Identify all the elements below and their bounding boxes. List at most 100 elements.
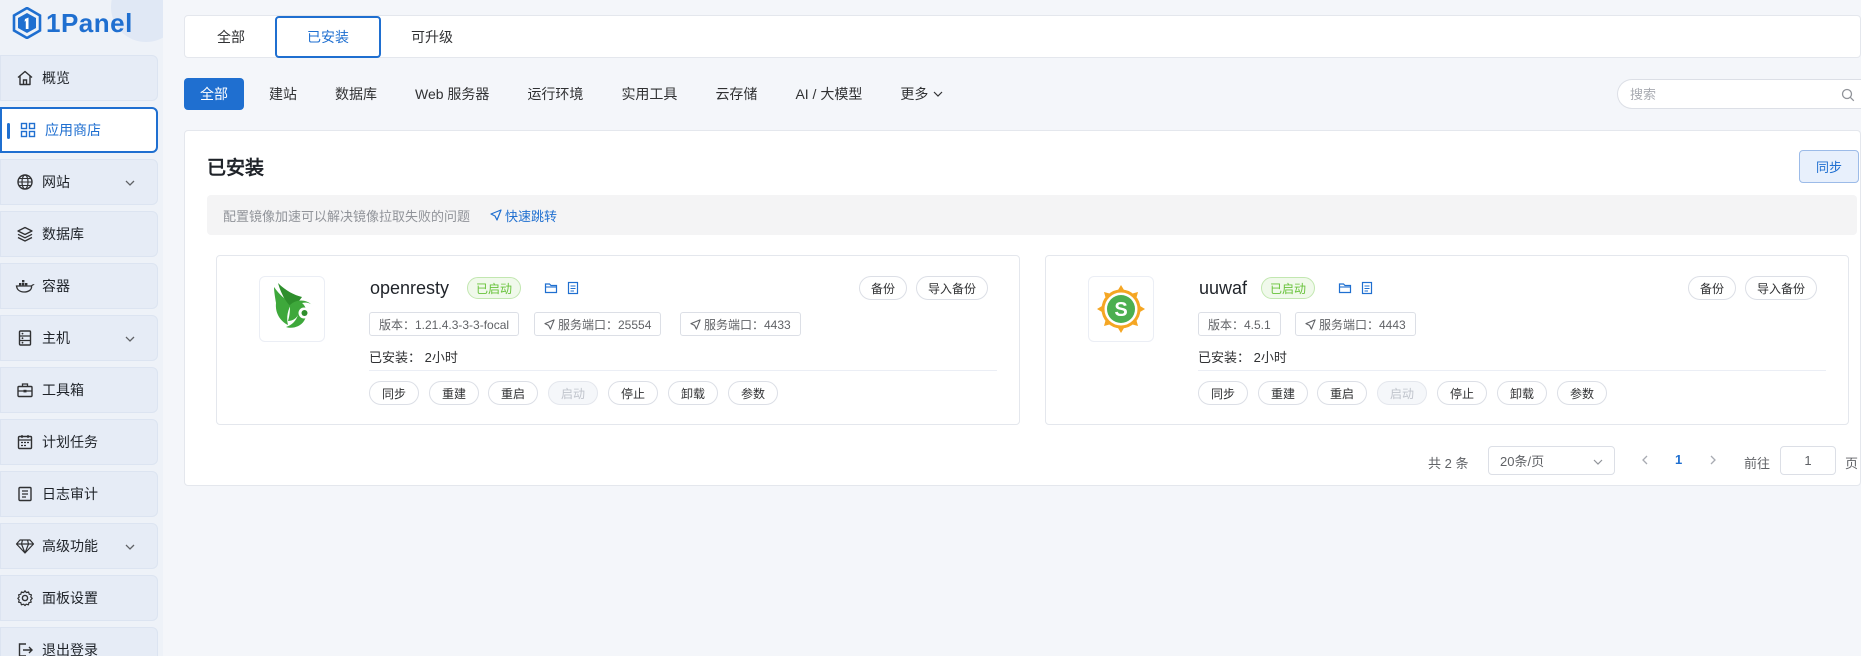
import-backup-button[interactable]: 导入备份 [1745, 276, 1818, 300]
chevron-down-icon [125, 180, 135, 186]
filter-all[interactable]: 全部 [184, 78, 244, 110]
pagination: 共 2 条 20条/页 1 前往 1 页 [185, 444, 1861, 476]
logo[interactable]: 1Panel [12, 6, 133, 40]
rebuild-button[interactable]: 重建 [1258, 381, 1309, 405]
installed-panel: 已安装 同步 配置镜像加速可以解决镜像拉取失败的问题 快速跳转 openrest… [184, 130, 1861, 486]
sidebar-item-logout[interactable]: 退出登录 [0, 627, 158, 656]
filter-more-label: 更多 [900, 86, 929, 102]
installed-time: 已安装： 2小时 [1198, 347, 1287, 366]
import-backup-button[interactable]: 导入备份 [916, 276, 989, 300]
openresty-logo [259, 276, 325, 342]
page-size-select[interactable]: 20条/页 [1488, 446, 1615, 475]
sidebar-item-label: 面板设置 [42, 590, 98, 606]
sidebar-item-host[interactable]: 主机 [0, 315, 158, 361]
top-tab-bar: 全部 已安装 可升级 [184, 15, 1861, 58]
tab-all[interactable]: 全部 [187, 16, 275, 57]
filter-tools[interactable]: 实用工具 [602, 78, 696, 110]
page-size-value: 20条/页 [1500, 454, 1545, 469]
chevron-down-icon [125, 336, 135, 342]
sidebar-item-containers[interactable]: 容器 [0, 263, 158, 309]
port-tag: 服务端口：25554 [534, 312, 662, 336]
docker-icon [15, 276, 35, 296]
mirror-notice: 配置镜像加速可以解决镜像拉取失败的问题 快速跳转 [207, 195, 1857, 235]
filter-cloud-storage[interactable]: 云存储 [696, 78, 776, 110]
filter-website[interactable]: 建站 [250, 78, 316, 110]
installed-label: 已安装： [1198, 350, 1251, 365]
filter-runtime[interactable]: 运行环境 [508, 78, 602, 110]
search-icon[interactable] [1841, 88, 1855, 102]
filter-web-server[interactable]: Web 服务器 [396, 78, 508, 110]
divider [1198, 370, 1826, 371]
category-filter-bar: 全部 建站 数据库 Web 服务器 运行环境 实用工具 云存储 AI / 大模型… [184, 78, 963, 110]
page-number-current[interactable]: 1 [1675, 452, 1682, 467]
sidebar-item-databases[interactable]: 数据库 [0, 211, 158, 257]
goto-page-input[interactable]: 1 [1780, 446, 1836, 475]
page-title: 已安装 [207, 158, 265, 179]
folder-icon[interactable] [544, 281, 558, 295]
sidebar-nav: 概览 应用商店 网站 数据库 容器 主机 工具箱 计划任务 日志审计 高级功能 … [0, 55, 158, 656]
status-badge: 已启动 [467, 277, 522, 299]
backup-button[interactable]: 备份 [1688, 276, 1737, 300]
sidebar-item-label: 主机 [42, 330, 70, 346]
chevron-down-icon [1593, 459, 1603, 465]
toolbox-icon [15, 380, 35, 400]
sidebar-item-logs[interactable]: 日志审计 [0, 471, 158, 517]
params-button[interactable]: 参数 [728, 381, 779, 405]
sync-app-button[interactable]: 同步 [1198, 381, 1249, 405]
sidebar-item-advanced[interactable]: 高级功能 [0, 523, 158, 569]
port-tag-label: 服务端口：4443 [1319, 317, 1406, 332]
start-button: 启动 [1377, 381, 1428, 405]
tab-upgradable[interactable]: 可升级 [381, 16, 483, 57]
chevron-right-icon[interactable] [1706, 453, 1720, 467]
restart-button[interactable]: 重启 [1317, 381, 1368, 405]
send-icon [544, 318, 555, 330]
backup-button[interactable]: 备份 [859, 276, 908, 300]
stop-button[interactable]: 停止 [1437, 381, 1488, 405]
uninstall-button[interactable]: 卸载 [1497, 381, 1548, 405]
restart-button[interactable]: 重启 [488, 381, 539, 405]
sidebar-item-websites[interactable]: 网站 [0, 159, 158, 205]
filter-ai[interactable]: AI / 大模型 [776, 78, 881, 110]
search-input[interactable] [1630, 86, 1830, 102]
installed-value: 2小时 [424, 350, 458, 365]
app-card-openresty: openresty 已启动 备份 导入备份 版本：1.21.4.3-3-3-fo… [216, 255, 1020, 425]
calendar-icon [15, 432, 35, 452]
chevron-down-icon [125, 544, 135, 550]
sidebar-item-label: 应用商店 [45, 122, 101, 138]
filter-database[interactable]: 数据库 [316, 78, 396, 110]
port-tag: 服务端口：4443 [1295, 312, 1416, 336]
logout-icon [15, 640, 35, 656]
sync-button[interactable]: 同步 [1799, 150, 1859, 183]
layers-icon [15, 224, 35, 244]
sidebar-item-overview[interactable]: 概览 [0, 55, 158, 101]
installed-time: 已安装： 2小时 [369, 347, 458, 366]
start-button: 启动 [548, 381, 599, 405]
send-icon [690, 318, 701, 330]
filter-more[interactable]: 更多 [881, 78, 963, 110]
rebuild-button[interactable]: 重建 [429, 381, 480, 405]
document-icon[interactable] [1360, 281, 1374, 295]
version-tag: 版本：1.21.4.3-3-3-focal [369, 312, 520, 336]
sidebar-item-cron[interactable]: 计划任务 [0, 419, 158, 465]
notice-text: 配置镜像加速可以解决镜像拉取失败的问题 [223, 208, 471, 224]
sync-app-button[interactable]: 同步 [369, 381, 420, 405]
chevron-left-icon[interactable] [1638, 453, 1652, 467]
app-card-uuwaf: S uuwaf 已启动 备份 导入备份 版本：4.5.1 服务端口：4443 已… [1045, 255, 1849, 425]
sidebar-item-app-store[interactable]: 应用商店 [0, 107, 158, 153]
chevron-down-icon [933, 91, 943, 97]
document-icon[interactable] [566, 281, 580, 295]
quick-jump-link[interactable]: 快速跳转 [490, 206, 557, 225]
divider [369, 370, 997, 371]
sidebar: 1Panel 概览 应用商店 网站 数据库 容器 主机 工具箱 计划任务 日志审… [0, 0, 163, 656]
uninstall-button[interactable]: 卸载 [668, 381, 719, 405]
installed-value: 2小时 [1253, 350, 1287, 365]
sidebar-item-toolbox[interactable]: 工具箱 [0, 367, 158, 413]
params-button[interactable]: 参数 [1557, 381, 1608, 405]
folder-icon[interactable] [1338, 281, 1352, 295]
port-tag: 服务端口：4433 [680, 312, 801, 336]
sidebar-item-settings[interactable]: 面板设置 [0, 575, 158, 621]
sidebar-item-label: 退出登录 [42, 642, 98, 656]
stop-button[interactable]: 停止 [608, 381, 659, 405]
sidebar-item-label: 工具箱 [42, 382, 84, 398]
tab-installed[interactable]: 已安装 [275, 15, 381, 58]
